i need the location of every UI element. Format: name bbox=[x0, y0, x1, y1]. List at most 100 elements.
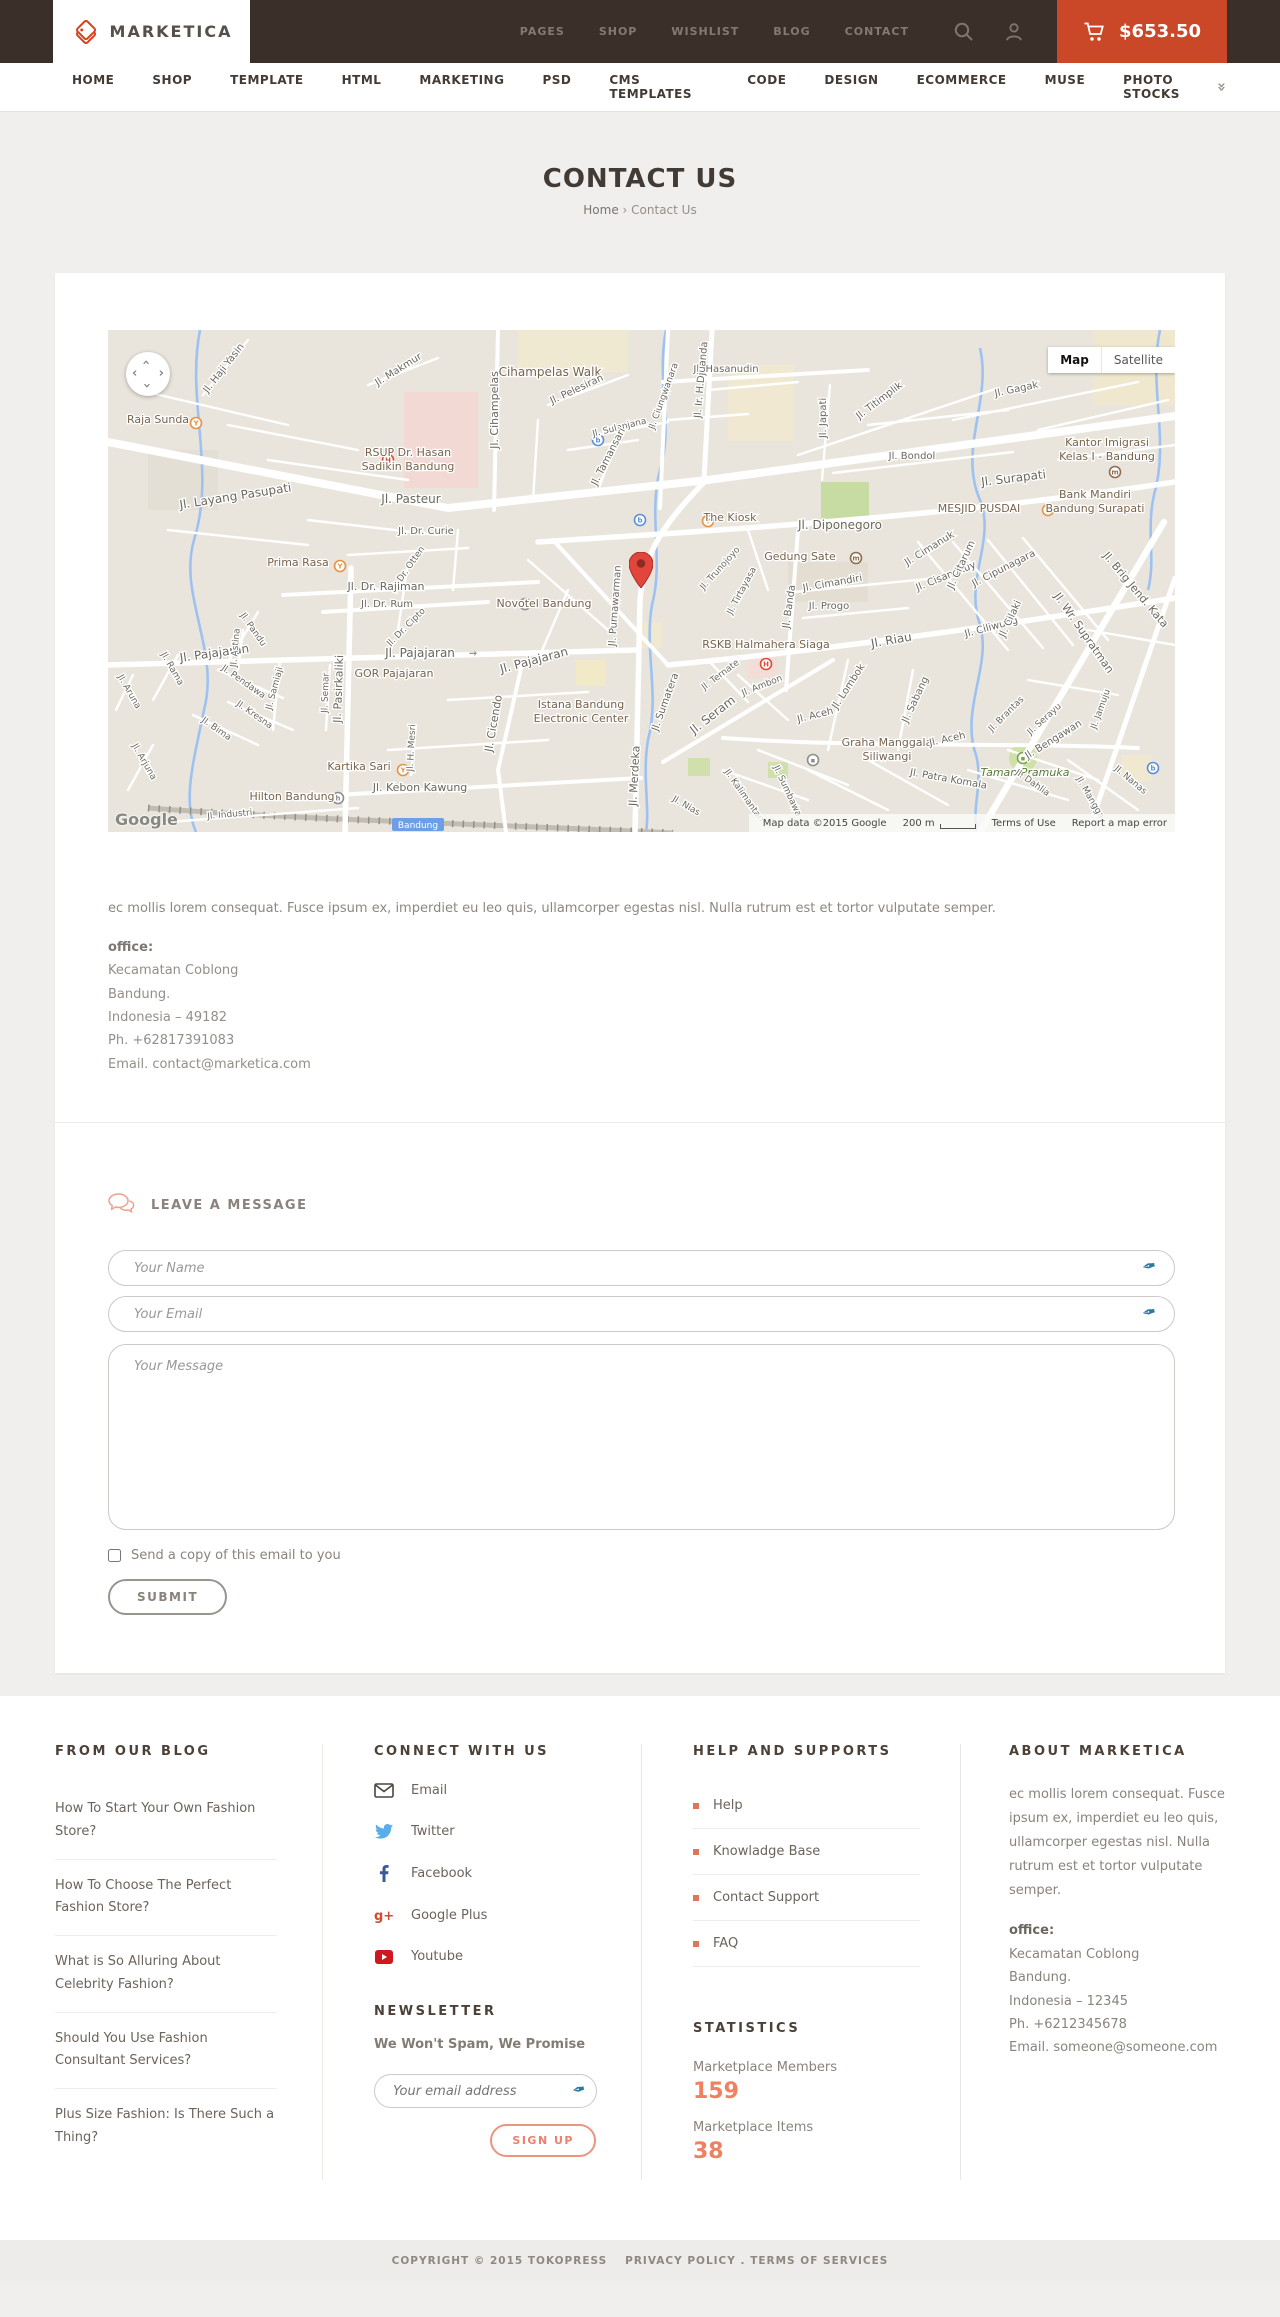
google-logo[interactable]: Google bbox=[115, 810, 178, 829]
map-label: Jl. Diponegoro bbox=[797, 518, 882, 532]
map-poi-icon: m bbox=[849, 551, 863, 565]
map-label: Kartika Sari bbox=[327, 760, 390, 773]
map-label: Bandung Surapati bbox=[1046, 502, 1145, 515]
privacy-policy-link[interactable]: PRIVACY POLICY bbox=[625, 2255, 736, 2267]
statistic-value: 38 bbox=[693, 2139, 724, 2165]
help-link[interactable]: Knowladge Base bbox=[693, 1829, 920, 1876]
terms-of-use-link[interactable]: Terms of Use bbox=[992, 818, 1056, 829]
email-icon bbox=[374, 1783, 394, 1798]
signup-button[interactable]: SIGN UP bbox=[490, 2124, 596, 2158]
category-nav-item[interactable]: CMS TEMPLATES bbox=[609, 73, 709, 101]
map-label: Jl. Japati bbox=[818, 398, 829, 439]
blog-post-link[interactable]: How To Choose The Perfect Fashion Store? bbox=[55, 1860, 277, 1937]
pan-up-icon[interactable]: › bbox=[139, 360, 154, 365]
about-office-line: Kecamatan Coblong bbox=[1009, 1946, 1140, 1962]
map-label: Graha Manggala bbox=[842, 736, 933, 749]
category-nav-item[interactable]: PSD bbox=[542, 73, 571, 101]
category-nav-item[interactable]: SHOP bbox=[152, 73, 192, 101]
svg-text:h: h bbox=[336, 795, 341, 803]
office-line: Bandung. bbox=[108, 986, 171, 1002]
blog-post-link[interactable]: How To Start Your Own Fashion Store? bbox=[55, 1783, 277, 1860]
report-map-error-link[interactable]: Report a map error bbox=[1072, 818, 1167, 829]
svg-text:Y: Y bbox=[336, 563, 343, 571]
help-link[interactable]: FAQ bbox=[693, 1921, 920, 1968]
footer-about-column: ABOUT MARKETICA ec mollis lorem consequa… bbox=[960, 1744, 1225, 2181]
header-nav-item[interactable]: CONTACT bbox=[845, 25, 909, 38]
header-nav-item[interactable]: SHOP bbox=[599, 25, 638, 38]
social-link[interactable]: Youtube bbox=[374, 1949, 596, 1964]
map-poi-icon: b bbox=[1146, 761, 1160, 775]
blog-post-link[interactable]: Should You Use Fashion Consultant Servic… bbox=[55, 2013, 277, 2090]
map-poi-icon: Y bbox=[333, 559, 347, 573]
office-title: office: bbox=[108, 939, 154, 955]
page-title: CONTACT US bbox=[542, 164, 738, 194]
category-nav-item[interactable]: DESIGN bbox=[824, 73, 878, 101]
about-office-line: Indonesia – 12345 bbox=[1009, 1993, 1128, 2009]
map-type-map-button[interactable]: Map bbox=[1048, 347, 1101, 373]
social-link[interactable]: Twitter bbox=[374, 1824, 596, 1839]
message-textarea[interactable] bbox=[108, 1344, 1175, 1531]
search-icon[interactable] bbox=[953, 21, 975, 43]
send-copy-option[interactable]: Send a copy of this email to you bbox=[108, 1548, 1172, 1563]
category-nav-item[interactable]: CODE bbox=[747, 73, 786, 101]
top-header: MARKETICA PAGES SHOP WISHLIST BLOG CONTACT $… bbox=[0, 0, 1280, 63]
category-nav-item[interactable]: MARKETING bbox=[419, 73, 504, 101]
category-nav-item[interactable]: PHOTO STOCKS bbox=[1123, 73, 1217, 101]
user-icon[interactable] bbox=[1003, 21, 1025, 43]
map-label: Novotel Bandung bbox=[497, 597, 592, 610]
cart-button[interactable]: $653.50 bbox=[1057, 0, 1227, 63]
email-input[interactable] bbox=[108, 1296, 1175, 1333]
category-nav-item[interactable]: TEMPLATE bbox=[230, 73, 304, 101]
twitter-icon bbox=[374, 1824, 394, 1839]
map-poi-icon: Y bbox=[189, 416, 203, 430]
breadcrumb-separator: › bbox=[622, 203, 628, 217]
svg-text:→: → bbox=[469, 649, 477, 660]
terms-of-services-link[interactable]: TERMS OF SERVICES bbox=[750, 2255, 888, 2267]
category-nav-item[interactable]: HTML bbox=[342, 73, 382, 101]
newsletter-email-input[interactable] bbox=[374, 2074, 597, 2109]
pan-right-icon[interactable]: › bbox=[159, 367, 164, 380]
social-label: Google Plus bbox=[411, 1908, 488, 1924]
blog-post-link[interactable]: What is So Alluring About Celebrity Fash… bbox=[55, 1936, 277, 2013]
help-link[interactable]: Contact Support bbox=[693, 1875, 920, 1922]
name-input[interactable] bbox=[108, 1250, 1175, 1287]
pan-left-icon[interactable]: ‹ bbox=[132, 367, 137, 380]
header-nav-item[interactable]: WISHLIST bbox=[671, 25, 739, 38]
social-link[interactable]: g+ Google Plus bbox=[374, 1908, 596, 1923]
social-link[interactable]: Facebook bbox=[374, 1865, 596, 1883]
chevron-down-icon[interactable]: » bbox=[1213, 82, 1231, 92]
submit-button[interactable]: SUBMIT bbox=[108, 1579, 228, 1616]
header-nav-item[interactable]: BLOG bbox=[773, 25, 810, 38]
about-office-line: Bandung. bbox=[1009, 1970, 1072, 1986]
map-label: Jl. Progo bbox=[808, 601, 849, 612]
help-link[interactable]: Help bbox=[693, 1783, 920, 1830]
pan-down-icon[interactable]: › bbox=[139, 383, 154, 388]
map-label: Jl. Semar bbox=[320, 672, 331, 714]
map-pan-control[interactable]: › › ‹ › bbox=[126, 352, 170, 396]
svg-text:▪: ▪ bbox=[811, 757, 816, 765]
header-nav-item[interactable]: PAGES bbox=[520, 25, 565, 38]
newsletter-tagline: We Won't Spam, We Promise bbox=[374, 2037, 586, 2053]
map-marker-pin[interactable] bbox=[628, 551, 654, 592]
statistics-title: STATISTICS bbox=[693, 2021, 801, 2037]
blog-post-link[interactable]: Plus Size Fashion: Is There Such a Thing… bbox=[55, 2089, 277, 2165]
copyright-text: COPYRIGHT © 2015 TOKOPRESS bbox=[391, 2254, 608, 2267]
map-label: The Kiosk bbox=[702, 511, 757, 524]
map-type-satellite-button[interactable]: Satellite bbox=[1100, 347, 1175, 373]
category-nav-item[interactable]: ECOMMERCE bbox=[917, 73, 1007, 101]
about-office-address: office: Kecamatan Coblong Bandung. Indones… bbox=[1009, 1919, 1225, 2059]
brand-logo[interactable]: MARKETICA bbox=[53, 0, 250, 63]
svg-text:H: H bbox=[763, 661, 769, 669]
category-nav-item[interactable]: MUSE bbox=[1045, 73, 1086, 101]
social-link[interactable]: Email bbox=[374, 1783, 596, 1798]
brand-name: MARKETICA bbox=[109, 22, 233, 41]
blog-column-title: FROM OUR BLOG bbox=[55, 1744, 211, 1760]
statistic-label: Marketplace Items bbox=[693, 2120, 814, 2136]
breadcrumb-home-link[interactable]: Home bbox=[583, 203, 618, 217]
header-nav: PAGES SHOP WISHLIST BLOG CONTACT bbox=[520, 25, 909, 38]
category-nav-item[interactable]: HOME bbox=[72, 73, 114, 101]
map-label: Jl. Pasteur bbox=[380, 492, 440, 506]
google-map[interactable]: Bandung Y Y Y Y H Hm m h h c b b b ▪ ▪ → Cihampelas Walk… bbox=[108, 330, 1175, 832]
send-copy-checkbox[interactable] bbox=[108, 1549, 121, 1563]
office-line: Ph. +62817391083 bbox=[108, 1033, 235, 1049]
